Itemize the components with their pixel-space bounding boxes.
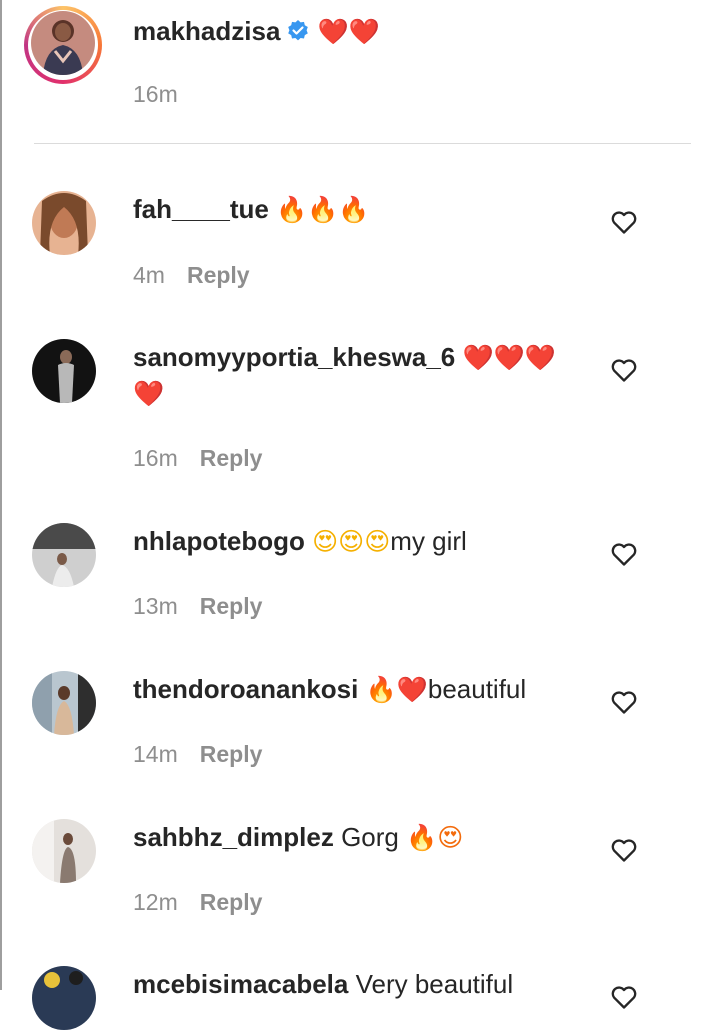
commenter-avatar[interactable] [32, 966, 96, 1030]
comment-emoji: 😍😍😍 [312, 527, 391, 556]
comment-line: fah____tue 🔥🔥🔥 [133, 192, 369, 227]
comment-emoji: ❤️ [133, 379, 165, 408]
heart-outline-icon[interactable] [610, 357, 638, 383]
comment-username[interactable]: nhlapotebogo [133, 526, 305, 556]
caption-avatar[interactable] [24, 6, 102, 84]
comment-meta: 14m Reply [133, 741, 262, 768]
commenter-avatar[interactable] [32, 671, 96, 735]
comment-username[interactable]: sahbhz_dimplez [133, 822, 334, 852]
comment-line: sahbhz_dimplez Gorg 🔥😍 [133, 820, 463, 855]
comment-time: 12m [133, 889, 178, 915]
comment-meta: 13m Reply [133, 593, 262, 620]
commenter-avatar[interactable] [32, 191, 96, 255]
comment-time: 4m [133, 262, 165, 288]
comment-line-2: ❤️ [133, 376, 164, 411]
verified-badge-icon [286, 17, 310, 51]
heart-outline-icon[interactable] [610, 837, 638, 863]
comment-line: mcebisimacabela Very beautiful [133, 967, 513, 1001]
reply-button[interactable]: Reply [187, 262, 250, 288]
comment-meta: 16m Reply [133, 445, 262, 472]
caption-line: makhadzisa ❤️❤️ [133, 14, 380, 51]
comment-time: 16m [133, 445, 178, 471]
reply-button[interactable]: Reply [200, 889, 263, 915]
comment-text: Gorg [341, 822, 399, 852]
heart-outline-icon[interactable] [610, 541, 638, 567]
heart-outline-icon[interactable] [610, 689, 638, 715]
comment-line: nhlapotebogo 😍😍😍my girl [133, 524, 467, 559]
comment-emoji: ❤️❤️❤️ [462, 343, 556, 372]
caption-emoji: ❤️❤️ [317, 17, 380, 46]
commenter-avatar[interactable] [32, 339, 96, 403]
reply-button[interactable]: Reply [200, 593, 263, 619]
commenter-avatar[interactable] [32, 523, 96, 587]
heart-outline-icon[interactable] [610, 209, 638, 235]
comment-line: thendoroanankosi 🔥❤️beautiful [133, 672, 526, 707]
comment-username[interactable]: sanomyyportia_kheswa_6 [133, 342, 455, 372]
commenter-avatar[interactable] [32, 819, 96, 883]
caption-username[interactable]: makhadzisa [133, 16, 280, 46]
avatar-image [31, 11, 95, 75]
comment-meta: 12m Reply [133, 889, 262, 916]
heart-outline-icon[interactable] [610, 984, 638, 1010]
comment-line: sanomyyportia_kheswa_6 ❤️❤️❤️ [133, 340, 556, 375]
comment-text: beautiful [427, 674, 527, 704]
left-edge-line [0, 0, 2, 990]
comment-emoji: 🔥❤️ [365, 675, 428, 704]
comment-username[interactable]: thendoroanankosi [133, 674, 358, 704]
comment-username[interactable]: mcebisimacabela [133, 969, 348, 999]
comment-meta: 4m Reply [133, 262, 250, 289]
reply-button[interactable]: Reply [200, 741, 263, 767]
caption-divider [34, 143, 691, 144]
comment-time: 14m [133, 741, 178, 767]
comment-emoji: 🔥😍 [406, 823, 464, 852]
reply-button[interactable]: Reply [200, 445, 263, 471]
comment-time: 13m [133, 593, 178, 619]
caption-meta: 16m [133, 81, 178, 108]
comment-text: Very beautiful [355, 969, 514, 999]
comment-text: my girl [390, 526, 467, 556]
comment-emoji: 🔥🔥🔥 [276, 195, 370, 224]
caption-time: 16m [133, 81, 178, 107]
comment-username[interactable]: fah____tue [133, 194, 269, 224]
